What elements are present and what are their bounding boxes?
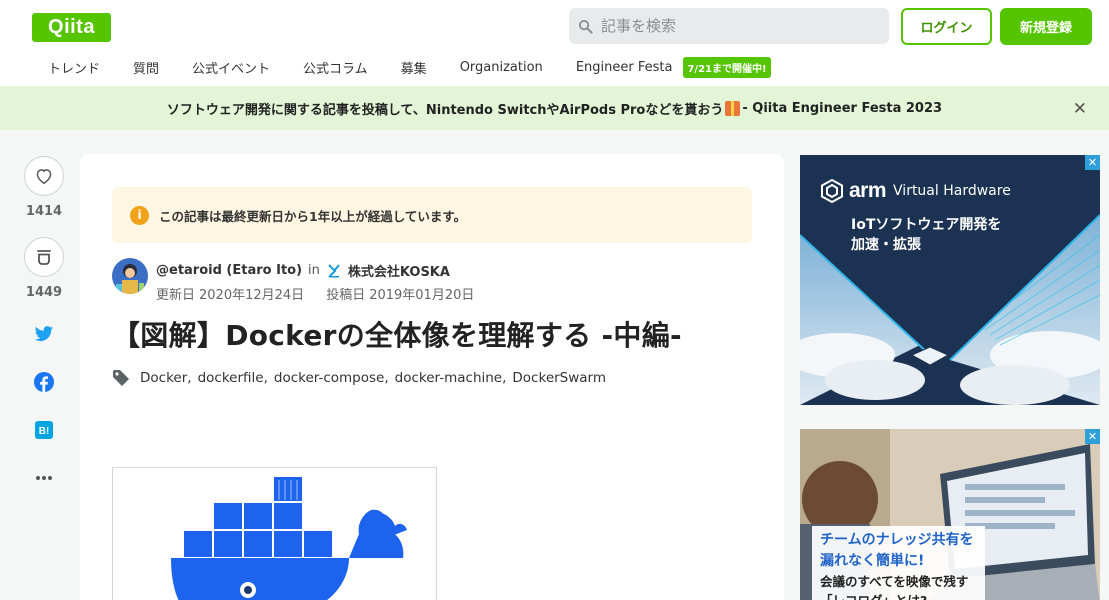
outdated-notice: i この記事は最終更新日から1年以上が経過しています。 (112, 187, 752, 243)
stock-button[interactable] (24, 237, 64, 277)
ad-rekolog[interactable]: チームのナレッジ共有を 漏れなく簡単に! 会議のすべてを映像で残す 「レコログ」… (800, 429, 1100, 600)
ad1-line2: 加速・拡張 (851, 237, 921, 253)
virtual-hardware-text: Virtual Hardware (893, 183, 1011, 199)
notice-text: この記事は最終更新日から1年以上が経過しています。 (159, 208, 467, 224)
twitter-share[interactable] (33, 323, 55, 345)
banner-text: ソフトウェア開発に関する記事を投稿して、Nintendo SwitchやAirP… (166, 102, 724, 118)
banner-text-suffix: - Qiita Engineer Festa 2023 (742, 100, 943, 116)
posted-date: 2019年01月20日 (369, 288, 475, 303)
facebook-share[interactable] (33, 371, 55, 393)
author-avatar[interactable] (112, 258, 148, 294)
article-title: 【図解】Dockerの全体像を理解する -中編- (112, 319, 682, 352)
facebook-icon (34, 372, 54, 392)
article-card: i この記事は最終更新日から1年以上が経過しています。 @etaroid (Et… (80, 154, 784, 600)
author-info: @etaroid (Etaro Ito) in 株式会社KOSKA (156, 261, 450, 280)
svg-text:B!: B! (39, 426, 50, 437)
nav-questions[interactable]: 質問 (133, 58, 159, 77)
ad2-headline1: チームのナレッジ共有を (820, 532, 974, 548)
site-header: Qiita ログイン 新規登録 トレンド 質問 公式イベント 公式コラム 募集 … (0, 0, 1109, 86)
tag-dockerswarm[interactable]: DockerSwarm (512, 370, 606, 386)
ad2-sub1: 会議のすべてを映像で残す (820, 574, 969, 589)
nav-official-columns[interactable]: 公式コラム (303, 58, 368, 77)
ad-close-icon[interactable]: ✕ (1085, 155, 1100, 170)
like-button[interactable] (24, 156, 64, 196)
organization-logo-icon (328, 263, 340, 278)
in-label: in (308, 263, 320, 278)
signup-button[interactable]: 新規登録 (1000, 8, 1092, 45)
gift-icon (725, 100, 741, 116)
close-icon[interactable]: ✕ (1073, 99, 1087, 119)
more-icon (36, 476, 52, 480)
search-box[interactable] (569, 8, 889, 44)
nav-recruitment[interactable]: 募集 (401, 58, 427, 77)
tag-list: Docker, dockerfile, docker-compose, dock… (112, 369, 606, 387)
hatena-bookmark-icon: B! (35, 421, 53, 439)
docker-whale-image (112, 467, 437, 600)
twitter-icon (34, 325, 54, 341)
stock-group: 1449 (24, 237, 64, 300)
arm-brand: arm Virtual Hardware (821, 179, 1011, 203)
ad2-text-card: チームのナレッジ共有を 漏れなく簡単に! 会議のすべてを映像で残す 「レコログ」… (812, 526, 985, 600)
nav-engineer-festa[interactable]: Engineer Festa (576, 60, 673, 75)
ad1-line1: IoTソフトウェア開発を (851, 217, 1002, 233)
heart-icon (36, 169, 52, 185)
nav-organization[interactable]: Organization (460, 60, 543, 75)
warning-icon: i (130, 205, 149, 225)
ad-arm-virtual-hardware[interactable]: arm Virtual Hardware IoTソフトウェア開発を 加速・拡張 … (800, 155, 1100, 405)
ad2-headline2: 漏れなく簡単に! (820, 553, 925, 569)
tag-docker-machine[interactable]: docker-machine (395, 370, 502, 386)
article-dates: 更新日 2020年12月24日 投稿日 2019年01月20日 (156, 284, 478, 303)
tag-icon (113, 370, 129, 386)
organization-name[interactable]: 株式会社KOSKA (348, 261, 450, 280)
docker-logo-icon (171, 475, 407, 600)
hatena-bookmark-share[interactable]: B! (33, 419, 55, 441)
avatar-image (112, 258, 148, 294)
tag-dockerfile[interactable]: dockerfile (198, 370, 264, 386)
like-group: 1414 (24, 156, 64, 219)
arm-hexagon-icon (821, 179, 843, 203)
updated-label: 更新日 (156, 288, 196, 303)
posted-label: 投稿日 (326, 288, 366, 303)
more-options-button[interactable] (33, 467, 55, 489)
tag-docker-compose[interactable]: docker-compose (274, 370, 384, 386)
ad2-sub2: 「レコログ」とは? (820, 591, 977, 600)
ad-close-icon[interactable]: ✕ (1085, 429, 1100, 444)
arm-logo-text: arm (849, 179, 887, 202)
nav-trend[interactable]: トレンド (48, 58, 100, 77)
festa-banner[interactable]: ソフトウェア開発に関する記事を投稿して、Nintendo SwitchやAirP… (0, 86, 1109, 130)
festa-live-badge: 7/21まで開催中! (683, 56, 771, 78)
nav-official-events[interactable]: 公式イベント (192, 58, 270, 77)
login-button[interactable]: ログイン (901, 8, 992, 45)
stock-count: 1449 (25, 285, 63, 300)
author-handle[interactable]: @etaroid (Etaro Ito) (156, 263, 302, 278)
main-nav: トレンド 質問 公式イベント 公式コラム 募集 Organization Eng… (48, 56, 771, 78)
like-count: 1414 (25, 204, 63, 219)
search-input[interactable] (601, 17, 871, 35)
updated-date: 2020年12月24日 (199, 288, 305, 303)
tag-docker[interactable]: Docker (140, 370, 187, 386)
search-icon (578, 19, 593, 34)
stock-icon (37, 250, 51, 265)
qiita-logo[interactable]: Qiita (32, 13, 111, 42)
